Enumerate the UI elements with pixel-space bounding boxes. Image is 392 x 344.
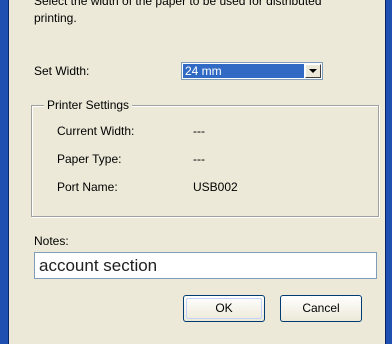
chevron-down-icon	[309, 69, 317, 73]
paper-type-value: ---	[193, 152, 205, 166]
printer-settings-dialog: Select the width of the paper to be used…	[8, 0, 386, 344]
description-text: Select the width of the paper to be used…	[34, 0, 384, 27]
notes-input[interactable]: account section	[34, 252, 377, 279]
set-width-label: Set Width:	[34, 64, 90, 78]
dropdown-arrow-button[interactable]	[305, 64, 321, 78]
set-width-dropdown[interactable]: 24 mm	[181, 62, 323, 80]
ok-button[interactable]: OK	[183, 295, 265, 322]
cancel-button[interactable]: Cancel	[280, 295, 362, 322]
description-line-2: printing.	[34, 11, 77, 25]
set-width-selected-value: 24 mm	[183, 64, 304, 78]
notes-label: Notes:	[34, 234, 69, 248]
group-title: Printer Settings	[44, 98, 133, 112]
port-name-label: Port Name:	[57, 180, 118, 194]
description-line-1: Select the width of the paper to be used…	[34, 0, 322, 8]
current-width-label: Current Width:	[57, 124, 135, 138]
port-name-value: USB002	[193, 180, 238, 194]
paper-type-label: Paper Type:	[57, 152, 122, 166]
current-width-value: ---	[193, 124, 205, 138]
